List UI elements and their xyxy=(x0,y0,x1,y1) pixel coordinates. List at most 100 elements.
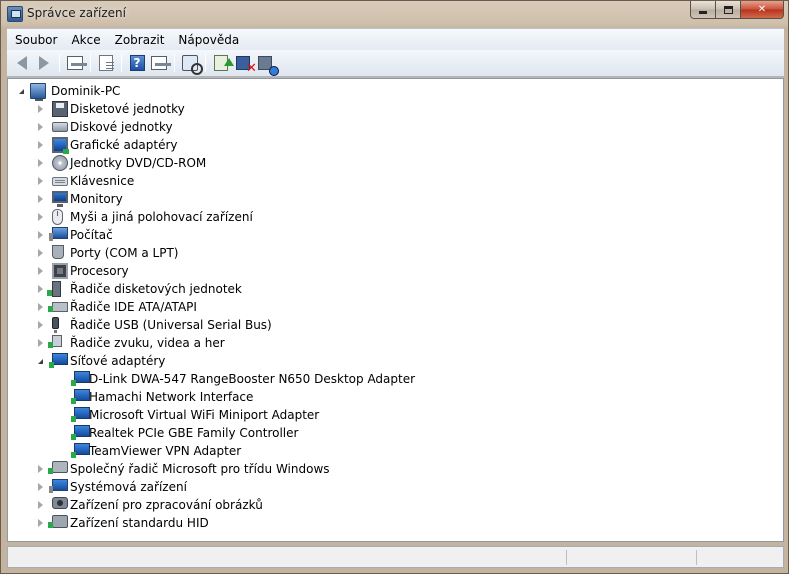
maximize-button[interactable] xyxy=(716,1,741,19)
collapsed-arrow-icon[interactable] xyxy=(38,483,43,491)
minimize-icon xyxy=(699,11,707,14)
collapsed-arrow-icon[interactable] xyxy=(38,141,43,149)
menu-napoveda[interactable]: Nápověda xyxy=(171,30,246,50)
disk-device-icon xyxy=(52,122,68,132)
uninstall-icon xyxy=(236,56,257,76)
collapsed-arrow-icon[interactable] xyxy=(38,231,43,239)
tree-category-label: Zařízení pro zpracování obrázků xyxy=(70,498,263,512)
tree-category[interactable]: Počítač xyxy=(8,226,783,244)
img-device-icon xyxy=(52,497,68,509)
back-button[interactable] xyxy=(12,53,32,73)
tree-category[interactable]: Řadiče USB (Universal Serial Bus) xyxy=(8,316,783,334)
tree-category[interactable]: Porty (COM a LPT) xyxy=(8,244,783,262)
tree-root-label: Dominik-PC xyxy=(51,84,121,98)
kbd-device-icon xyxy=(52,177,68,186)
toolbar-separator xyxy=(205,54,206,72)
collapsed-arrow-icon[interactable] xyxy=(38,501,43,509)
tree-category-label: Grafické adaptéry xyxy=(70,138,178,152)
tree-category[interactable]: Jednotky DVD/CD-ROM xyxy=(8,154,783,172)
net-device-icon xyxy=(49,353,68,368)
scan-hardware-changes-button[interactable] xyxy=(180,53,203,75)
device-manager-window: Správce zařízení ✕ Soubor Akce Zobrazit … xyxy=(0,0,789,574)
tree-device[interactable]: Microsoft Virtual WiFi Miniport Adapter xyxy=(8,406,783,424)
tree-category[interactable]: Procesory xyxy=(8,262,783,280)
tree-device[interactable]: D-Link DWA-547 RangeBooster N650 Desktop… xyxy=(8,370,783,388)
collapsed-arrow-icon[interactable] xyxy=(38,519,43,527)
tree-category[interactable]: Řadiče IDE ATA/ATAPI xyxy=(8,298,783,316)
uninstall-button[interactable] xyxy=(233,53,257,76)
collapsed-arrow-icon[interactable] xyxy=(38,159,43,167)
show-hide-console-tree-button[interactable] xyxy=(65,53,87,73)
tree-device[interactable]: Hamachi Network Interface xyxy=(8,388,783,406)
collapsed-arrow-icon[interactable] xyxy=(38,105,43,113)
smb-device-icon xyxy=(48,461,68,474)
tree-category[interactable]: Klávesnice xyxy=(8,172,783,190)
help-icon: ? xyxy=(129,55,145,71)
toolbar-separator xyxy=(90,54,91,72)
tree-device[interactable]: TeamViewer VPN Adapter xyxy=(8,442,783,460)
title-bar[interactable]: Správce zařízení ✕ xyxy=(1,1,788,27)
tree-category[interactable]: Grafické adaptéry xyxy=(8,136,783,154)
menu-akce[interactable]: Akce xyxy=(64,30,107,50)
tree-root[interactable]: Dominik-PC xyxy=(8,82,783,101)
tree-category[interactable]: Řadiče disketových jednotek xyxy=(8,280,783,298)
menu-zobrazit[interactable]: Zobrazit xyxy=(108,30,172,50)
collapsed-arrow-icon[interactable] xyxy=(38,123,43,131)
expanded-arrow-icon[interactable] xyxy=(38,359,43,364)
minimize-button[interactable] xyxy=(690,1,716,19)
device-tree-pane[interactable]: Dominik-PC Disketové jednotky Diskové jed… xyxy=(7,78,784,542)
tree-category[interactable]: Disketové jednotky xyxy=(8,100,783,118)
toolbar-separator xyxy=(121,54,122,72)
tree-category[interactable]: Myši a jiná polohovací zařízení xyxy=(8,208,783,226)
tree-category-label: Porty (COM a LPT) xyxy=(70,246,179,260)
monitor-device-icon xyxy=(52,191,68,207)
tree-device-label: TeamViewer VPN Adapter xyxy=(89,444,242,458)
close-button[interactable]: ✕ xyxy=(741,1,784,19)
tree-category[interactable]: Společný řadič Microsoft pro třídu Windo… xyxy=(8,460,783,478)
collapsed-arrow-icon[interactable] xyxy=(38,267,43,275)
tree-category[interactable]: Diskové jednotky xyxy=(8,118,783,136)
tree-category[interactable]: Zařízení standardu HID xyxy=(8,514,783,532)
update-driver-button[interactable] xyxy=(211,53,234,73)
collapsed-arrow-icon[interactable] xyxy=(38,285,43,293)
properties-button[interactable] xyxy=(96,53,116,73)
tree-category-label: Společný řadič Microsoft pro třídu Windo… xyxy=(70,462,330,476)
tree-device[interactable]: Realtek PCIe GBE Family Controller xyxy=(8,424,783,442)
forward-button[interactable] xyxy=(34,53,54,73)
ide-device-icon xyxy=(48,302,68,312)
status-bar xyxy=(7,546,784,568)
tree-device-label: D-Link DWA-547 RangeBooster N650 Desktop… xyxy=(89,372,416,386)
device-manager-icon xyxy=(7,6,23,22)
tree-category[interactable]: Síťové adaptéry xyxy=(8,352,783,370)
collapsed-arrow-icon[interactable] xyxy=(38,465,43,473)
tree-category-label: Procesory xyxy=(70,264,129,278)
floppy-device-icon xyxy=(52,101,68,117)
collapsed-arrow-icon[interactable] xyxy=(38,213,43,221)
network-adapter-icon xyxy=(71,407,90,422)
tree-category[interactable]: Zařízení pro zpracování obrázků xyxy=(8,496,783,514)
tree-category-label: Monitory xyxy=(70,192,123,206)
expand-arrow-icon[interactable] xyxy=(19,89,24,94)
tree-category[interactable]: Monitory xyxy=(8,190,783,208)
show-action-pane-button[interactable] xyxy=(149,53,171,73)
collapsed-arrow-icon[interactable] xyxy=(38,195,43,203)
tree-category[interactable]: Řadiče zvuku, videa a her xyxy=(8,334,783,352)
caption-buttons: ✕ xyxy=(690,1,784,19)
tree-category-label: Diskové jednotky xyxy=(70,120,173,134)
collapsed-arrow-icon[interactable] xyxy=(38,303,43,311)
collapsed-arrow-icon[interactable] xyxy=(38,339,43,347)
collapsed-arrow-icon[interactable] xyxy=(38,249,43,257)
forward-icon xyxy=(39,56,49,70)
sys-device-icon xyxy=(49,479,68,493)
tree-device-label: Realtek PCIe GBE Family Controller xyxy=(89,426,299,440)
tree-category[interactable]: Systémová zařízení xyxy=(8,478,783,496)
network-adapter-icon xyxy=(71,425,90,440)
collapsed-arrow-icon[interactable] xyxy=(38,321,43,329)
sound-device-icon xyxy=(48,335,62,348)
collapsed-arrow-icon[interactable] xyxy=(38,177,43,185)
help-button[interactable]: ? xyxy=(127,53,147,73)
comp-device-icon xyxy=(49,227,68,241)
disable-button[interactable] xyxy=(255,53,279,76)
menu-soubor[interactable]: Soubor xyxy=(7,30,64,50)
fdc-device-icon xyxy=(47,281,61,297)
